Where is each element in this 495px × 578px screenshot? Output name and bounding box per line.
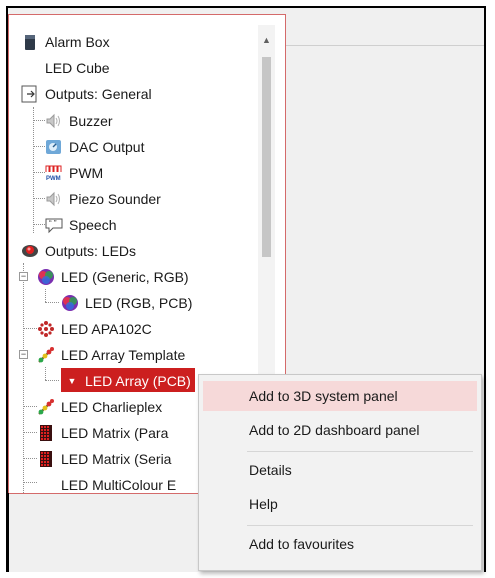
tree-item-label: LED Array Template [61, 347, 186, 364]
tree-connector-line [23, 458, 37, 459]
tree-connector-line [33, 224, 45, 225]
tree-connector-line [23, 432, 37, 433]
tree-connector-line [45, 380, 59, 381]
tree-connector-line [33, 107, 34, 233]
menu-item-details[interactable]: Details [203, 455, 477, 485]
scroll-up-arrow-icon[interactable]: ▲ [258, 35, 275, 51]
tree-connector-line [33, 120, 45, 121]
dropdown-arrow-icon[interactable]: ▼ [65, 369, 79, 393]
tree-item-label: LED Matrix (Seria [61, 451, 172, 468]
tree-item-label: Speech [69, 217, 117, 234]
tree-item-label: LED Matrix (Para [61, 425, 169, 442]
menu-item-add-3d-panel[interactable]: Add to 3D system panel [203, 381, 477, 411]
tree-item-label: LED (RGB, PCB) [85, 295, 193, 312]
menu-item-add-favourites[interactable]: Add to favourites [203, 529, 477, 559]
tree-item-piezo-sounder[interactable]: Piezo Sounder [45, 185, 161, 211]
speech-icon: “ ” [45, 216, 63, 234]
tree-category-outputs-general[interactable]: Outputs: General [17, 80, 257, 106]
tree-connector-line [45, 289, 46, 302]
led-array-icon [37, 398, 55, 416]
tree-item-label: Outputs: General [45, 86, 152, 103]
led-matrix-icon [37, 450, 55, 468]
tree-item-led-array-pcb[interactable]: ▼ LED Array (PCB) [61, 368, 195, 392]
tree-item-label: LED Array (PCB) [85, 373, 191, 390]
rgb-led-icon [61, 294, 79, 312]
tree-item-label: Piezo Sounder [69, 191, 161, 208]
svg-text:“ ”: “ ” [49, 219, 57, 228]
menu-separator [247, 451, 473, 452]
dac-icon [45, 138, 63, 156]
tree-item-led-apa102c[interactable]: LED APA102C [37, 315, 152, 341]
tree-connector-line [45, 302, 59, 303]
speaker-icon [45, 112, 63, 130]
speaker-icon [45, 190, 63, 208]
pwm-icon: PWM [45, 164, 63, 182]
window-left-edge [7, 493, 9, 572]
tree-connector-line [33, 146, 45, 147]
led-matrix-icon [37, 424, 55, 442]
scrollbar-thumb[interactable] [262, 57, 271, 257]
collapse-toggle[interactable]: − [19, 272, 28, 281]
tree-item-led-charlieplex[interactable]: LED Charlieplex [37, 393, 162, 419]
rgb-led-icon [37, 268, 55, 286]
menu-separator [247, 525, 473, 526]
svg-text:PWM: PWM [46, 176, 61, 182]
tree-item-label: LED APA102C [61, 321, 152, 338]
tree-connector-line [23, 263, 24, 493]
tree-item-alarm-box[interactable]: Alarm Box [21, 28, 110, 54]
alarm-box-icon [21, 33, 39, 51]
menu-item-help[interactable]: Help [203, 489, 477, 519]
tree-connector-line [23, 406, 37, 407]
tree-item-label: Outputs: LEDs [45, 243, 137, 260]
tree-item-led-multicolour[interactable]: LED MultiColour E [61, 471, 177, 494]
leds-category-icon [21, 242, 39, 260]
tree-item-led-rgb-pcb[interactable]: LED (RGB, PCB) [61, 289, 192, 315]
tree-item-led-matrix-serial[interactable]: LED Matrix (Seria [37, 445, 171, 471]
outputs-general-icon [21, 85, 39, 103]
tree-connector-line [33, 172, 45, 173]
tree-item-label: Alarm Box [45, 34, 110, 51]
tree-item-led-array-template[interactable]: LED Array Template [37, 341, 185, 367]
tree-item-pwm[interactable]: PWM PWM [45, 159, 103, 185]
tree-item-label: PWM [69, 165, 104, 182]
collapse-toggle[interactable]: − [19, 350, 28, 359]
tree-item-led-matrix-parallel[interactable]: LED Matrix (Para [37, 419, 168, 445]
tree-item-label: DAC Output [69, 139, 145, 156]
tree-item-label: LED Cube [45, 60, 110, 77]
tree-connector-line [45, 367, 46, 380]
tree-connector-line [23, 328, 37, 329]
tree-item-label: LED Charlieplex [61, 399, 163, 416]
tree-item-buzzer[interactable]: Buzzer [45, 107, 113, 133]
tree-item-dac-output[interactable]: DAC Output [45, 133, 144, 159]
tree-item-label: Buzzer [69, 113, 113, 130]
tree-item-label: LED (Generic, RGB) [61, 269, 189, 286]
menu-item-add-2d-dashboard[interactable]: Add to 2D dashboard panel [203, 415, 477, 445]
apa102c-icon [37, 320, 55, 338]
tree-connector-line [33, 198, 45, 199]
tree-item-speech[interactable]: “ ” Speech [45, 211, 116, 237]
led-array-icon [37, 346, 55, 364]
tree-item-label: LED MultiColour E [61, 477, 177, 494]
context-menu: Add to 3D system panel Add to 2D dashboa… [198, 374, 482, 571]
tree-connector-line [23, 482, 37, 483]
tree-item-led-cube[interactable]: LED Cube [45, 54, 110, 80]
tree-item-led-generic-rgb[interactable]: LED (Generic, RGB) [37, 263, 189, 289]
tree-category-outputs-leds[interactable]: Outputs: LEDs [17, 237, 257, 263]
